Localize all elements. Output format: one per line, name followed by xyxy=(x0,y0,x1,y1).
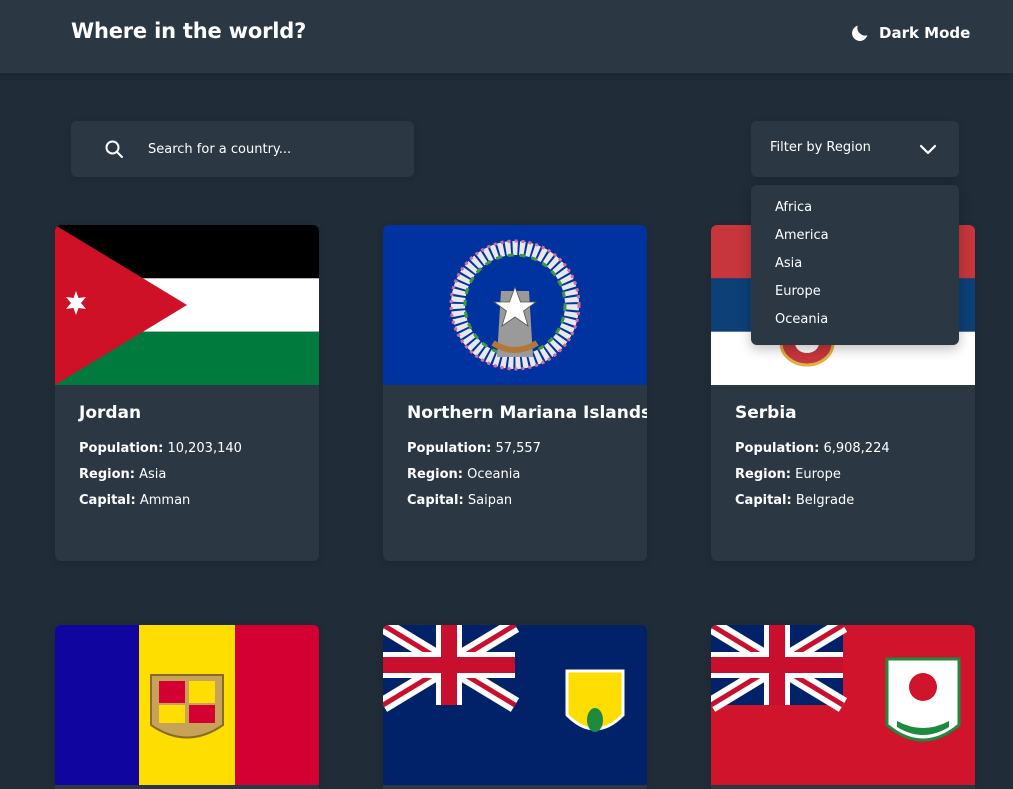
population-value: 57,557 xyxy=(495,441,541,456)
capital-value: Belgrade xyxy=(795,493,855,508)
capital-row: Capital: Amman xyxy=(79,493,295,508)
population-label: Population: xyxy=(79,441,164,456)
capital-value: Saipan xyxy=(467,493,513,508)
region-label: Region: xyxy=(407,467,463,482)
region-label: Region: xyxy=(79,467,135,482)
flag-jordan xyxy=(55,225,319,385)
country-card-turks-and-caicos[interactable] xyxy=(383,625,647,789)
search-input[interactable] xyxy=(148,137,388,161)
country-name: Jordan xyxy=(79,403,142,423)
population-value: 10,203,140 xyxy=(167,441,242,456)
region-option-america[interactable]: America xyxy=(751,227,959,255)
region-value: Oceania xyxy=(467,467,521,482)
country-name: Serbia xyxy=(735,403,797,423)
population-label: Population: xyxy=(735,441,820,456)
region-filter-label: Filter by Region xyxy=(770,140,871,155)
country-card-northern-mariana-islands[interactable]: Northern Mariana Islands Population: 57,… xyxy=(383,225,647,561)
dark-mode-label: Dark Mode xyxy=(879,24,971,42)
capital-row: Capital: Belgrade xyxy=(735,493,951,508)
region-option-europe[interactable]: Europe xyxy=(751,283,959,311)
region-row: Region: Oceania xyxy=(407,467,623,482)
capital-label: Capital: xyxy=(735,493,792,508)
region-row: Region: Asia xyxy=(79,467,295,482)
capital-label: Capital: xyxy=(407,493,464,508)
flag-andorra xyxy=(55,625,319,785)
population-value: 6,908,224 xyxy=(823,441,890,456)
country-name: Northern Mariana Islands xyxy=(407,403,647,423)
capital-row: Capital: Saipan xyxy=(407,493,623,508)
flag-bermuda xyxy=(711,625,975,785)
chevron-down-icon xyxy=(919,144,937,155)
search-icon xyxy=(105,140,123,158)
search-bar xyxy=(71,121,414,177)
app-title: Where in the world? xyxy=(71,19,307,43)
population-row: Population: 10,203,140 xyxy=(79,441,295,456)
capital-value: Amman xyxy=(139,493,191,508)
region-value: Asia xyxy=(139,467,167,482)
country-card-jordan[interactable]: Jordan Population: 10,203,140 Region: As… xyxy=(55,225,319,561)
dark-mode-toggle[interactable]: Dark Mode xyxy=(849,22,970,44)
country-card-bermuda[interactable] xyxy=(711,625,975,789)
region-filter[interactable]: Filter by Region xyxy=(751,121,959,177)
flag-northern-mariana-islands xyxy=(383,225,647,385)
region-row: Region: Europe xyxy=(735,467,951,482)
region-dropdown: Africa America Asia Europe Oceania xyxy=(751,185,959,345)
flag-turks-and-caicos xyxy=(383,625,647,785)
population-label: Population: xyxy=(407,441,492,456)
moon-icon xyxy=(852,25,868,41)
app-header: Where in the world? Dark Mode xyxy=(0,0,1013,73)
population-row: Population: 57,557 xyxy=(407,441,623,456)
country-card-andorra[interactable] xyxy=(55,625,319,789)
capital-label: Capital: xyxy=(79,493,136,508)
region-label: Region: xyxy=(735,467,791,482)
region-option-asia[interactable]: Asia xyxy=(751,255,959,283)
region-option-oceania[interactable]: Oceania xyxy=(751,311,959,339)
region-value: Europe xyxy=(795,467,841,482)
region-option-africa[interactable]: Africa xyxy=(751,199,959,227)
population-row: Population: 6,908,224 xyxy=(735,441,951,456)
